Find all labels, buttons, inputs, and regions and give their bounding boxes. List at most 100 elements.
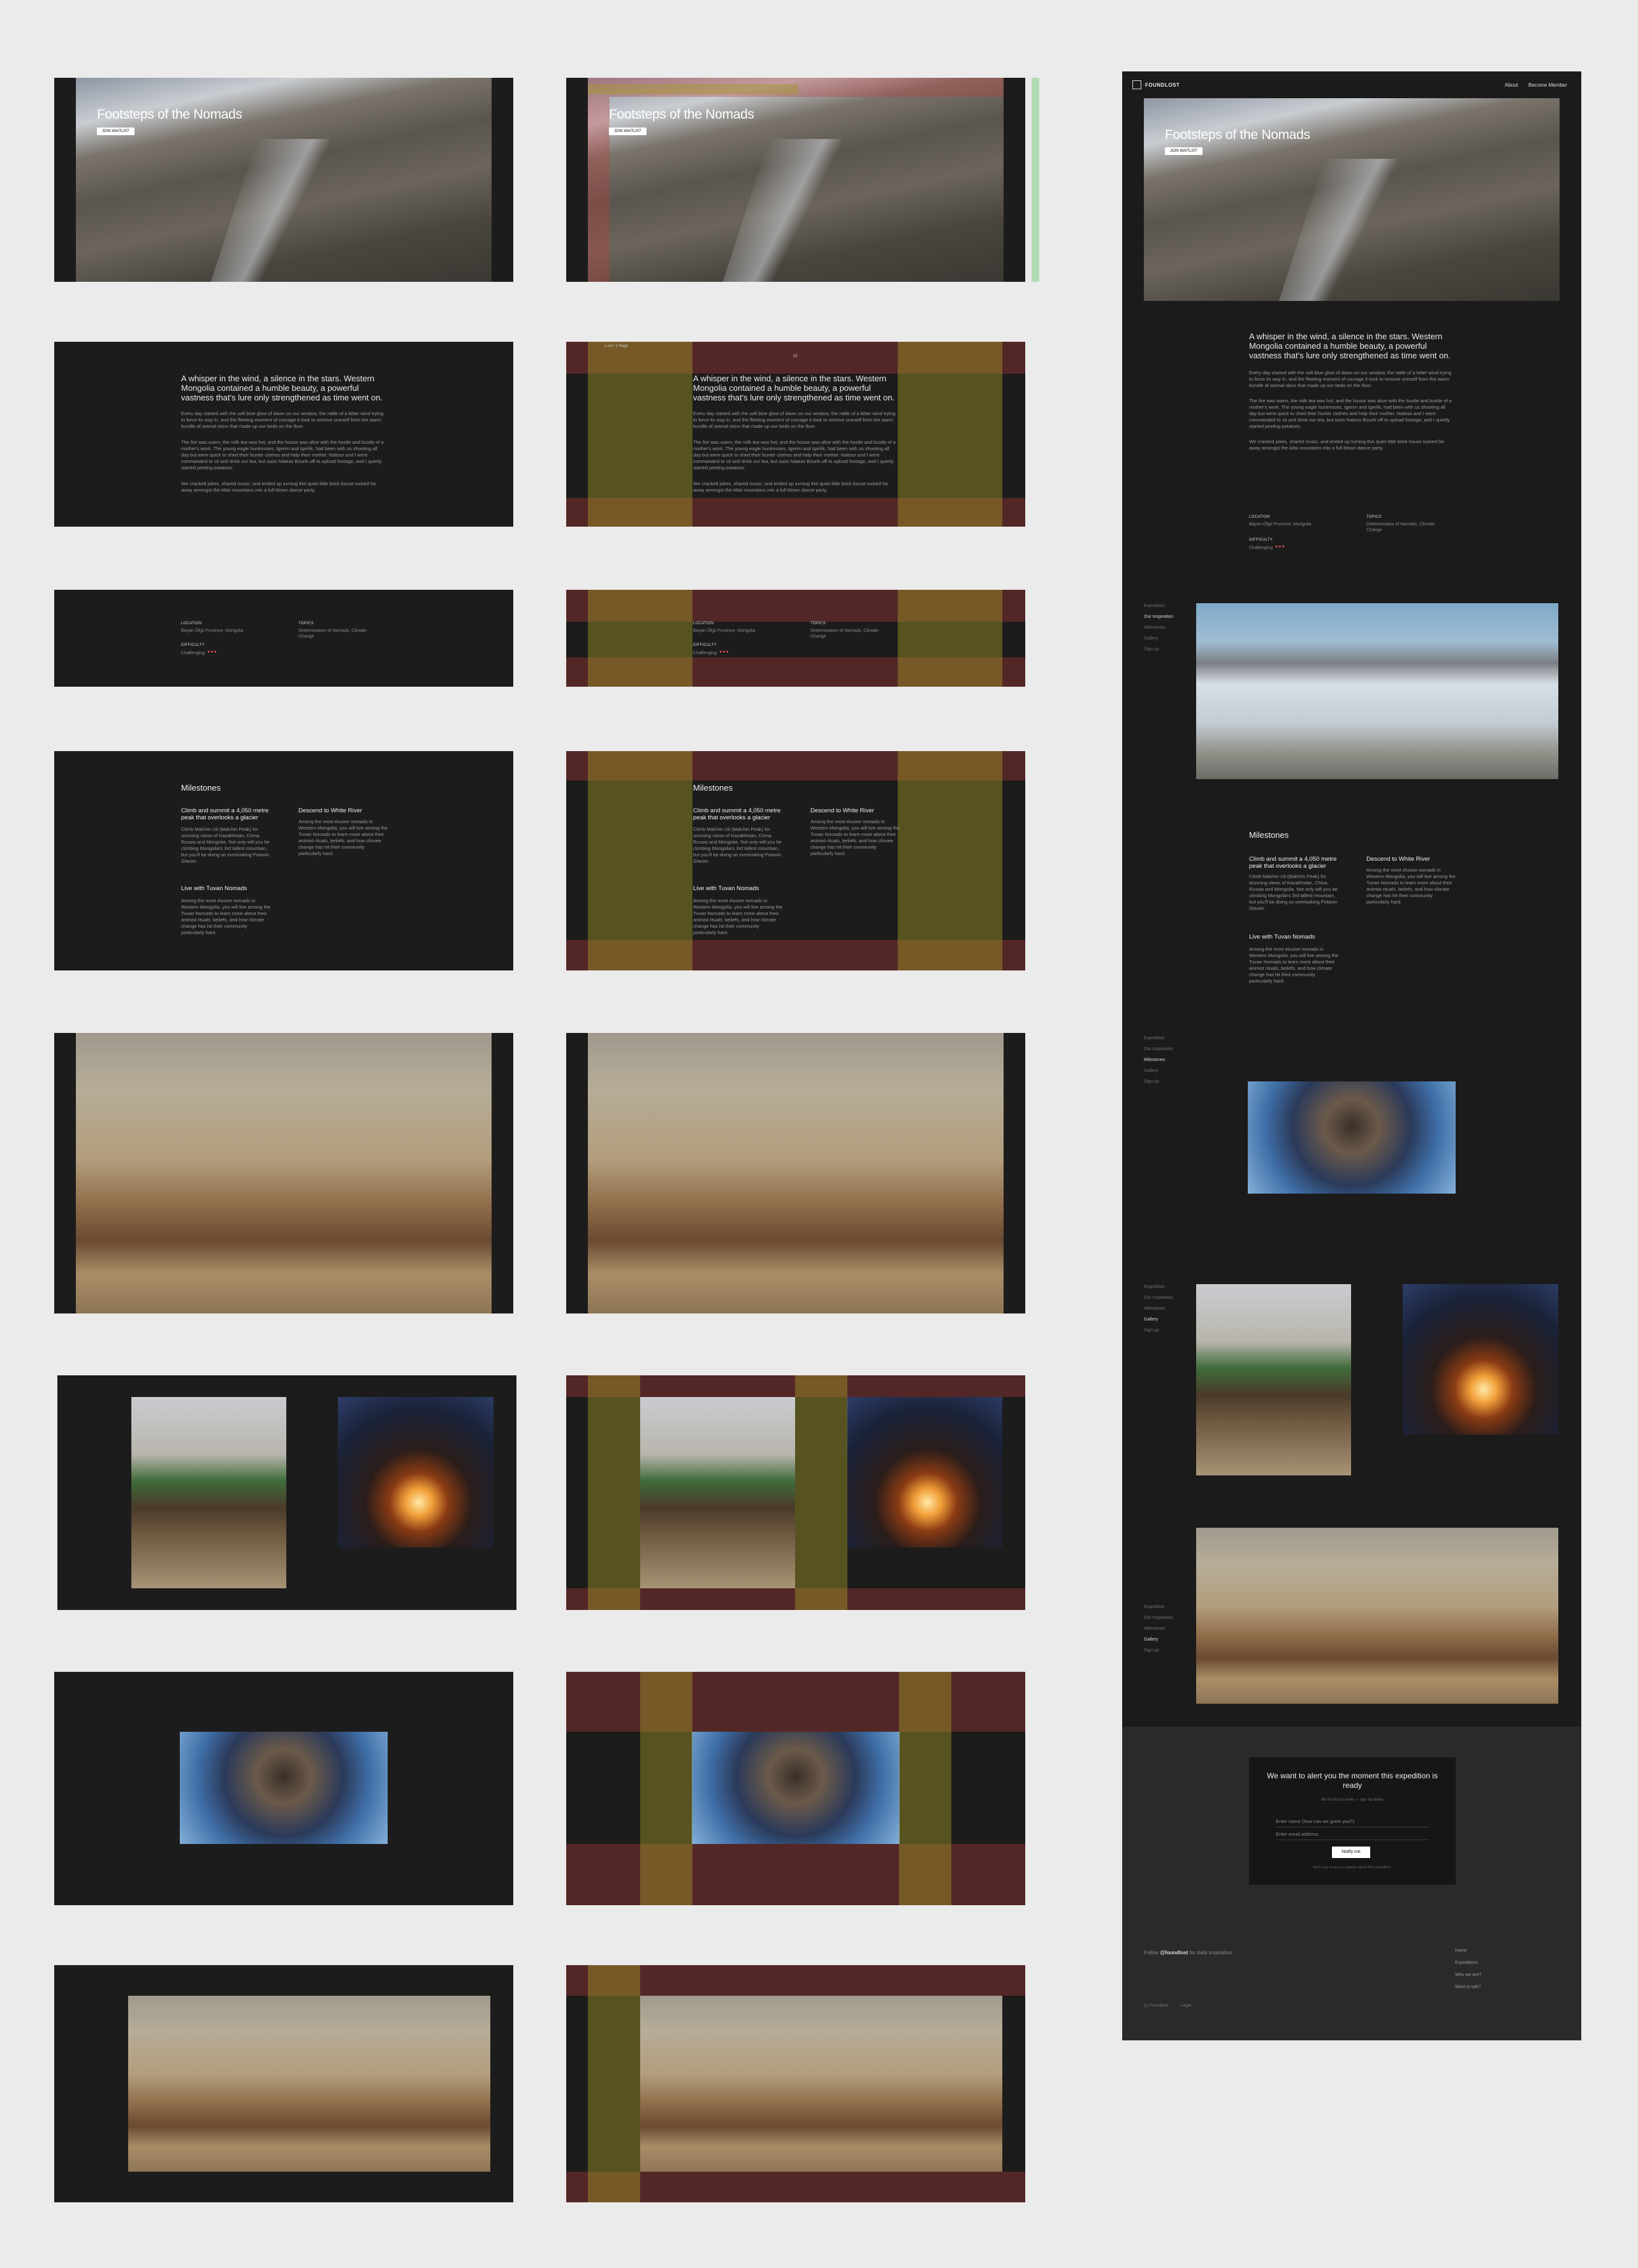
page-portrait-photo bbox=[1248, 1081, 1456, 1194]
milestones-card: Milestones Climb and summit a 4,050 metr… bbox=[54, 751, 513, 970]
side-nav-4-gallery[interactable]: Gallery bbox=[1144, 1634, 1173, 1645]
side-nav-2-signup[interactable]: Sign up bbox=[1144, 1076, 1173, 1087]
side-nav-2-milestones[interactable]: Milestones bbox=[1144, 1055, 1173, 1065]
wide-herd-photo-grid bbox=[640, 1996, 1002, 2172]
page-intro-lead: A whisper in the wind, a silence in the … bbox=[1249, 332, 1451, 360]
grid-col-4 bbox=[950, 342, 1002, 527]
page-location-value: Bayan-Ölgii Province, Mongolia bbox=[1249, 522, 1312, 527]
milestone-2-title: Descend to White River bbox=[298, 807, 362, 814]
side-nav-3-signup[interactable]: Sign up bbox=[1144, 1325, 1173, 1336]
campfire-photo-grid bbox=[847, 1397, 1002, 1547]
page-topics-value: Determination of Nomads, Climate Change bbox=[1366, 522, 1435, 532]
brand-logo-icon[interactable] bbox=[1132, 80, 1141, 89]
join-waitlist-button-grid[interactable]: JOIN WAITLIST bbox=[609, 128, 647, 135]
side-nav-4-expedition[interactable]: Expedition bbox=[1144, 1602, 1173, 1613]
location-label-grid: LOCATION bbox=[693, 622, 714, 626]
side-nav-2-expedition[interactable]: Expedition bbox=[1144, 1033, 1173, 1044]
nav-become-member[interactable]: Become Member bbox=[1528, 82, 1567, 88]
hero-card: Footsteps of the Nomads JOIN WAITLIST bbox=[54, 78, 513, 282]
milestone-1-text-grid: Climb Malchin Uil (Malchin Peak) for stu… bbox=[693, 826, 782, 864]
page-milestone-3-title: Live with Tuvan Nomads bbox=[1249, 933, 1315, 940]
grid-col-wh-1 bbox=[588, 1965, 640, 2202]
page-difficulty-value: Challenging bbox=[1249, 546, 1273, 550]
side-nav-4-milestones[interactable]: Milestones bbox=[1144, 1623, 1173, 1634]
side-nav-2-gallery[interactable]: Gallery bbox=[1144, 1065, 1173, 1076]
email-input[interactable]: Enter email address bbox=[1276, 1831, 1429, 1840]
milestone-3-text: Among the most elusive nomads in Western… bbox=[181, 898, 270, 935]
nav-about[interactable]: About bbox=[1505, 82, 1518, 88]
name-input[interactable]: Enter name (how can we greet you?) bbox=[1276, 1818, 1429, 1827]
intro-p2: The fire was warm, the milk tea was hot,… bbox=[181, 439, 384, 471]
difficulty-dots-grid: ●●● bbox=[719, 650, 729, 654]
milestone-2-text-grid: Among the most elusive nomads in Western… bbox=[810, 819, 900, 856]
side-nav-signup[interactable]: Sign up bbox=[1144, 644, 1173, 655]
grid-col-meta-2 bbox=[898, 590, 1002, 687]
side-nav-3-inspiration[interactable]: Our Inspiration bbox=[1144, 1292, 1173, 1303]
meta-card-grid: LOCATION Bayan-Ölgii Province, Mongolia … bbox=[566, 590, 1025, 687]
portrait-photo bbox=[180, 1732, 388, 1844]
grid-col-meta-1 bbox=[588, 590, 692, 687]
grid-rows-por-1 bbox=[566, 1672, 1025, 1704]
side-nav-milestones[interactable]: Milestones bbox=[1144, 622, 1173, 633]
topics-value-grid: Determination of Nomads, Climate Change bbox=[810, 629, 879, 639]
side-nav-2-inspiration[interactable]: Our Inspiration bbox=[1144, 1044, 1173, 1055]
footer-link-expeditions[interactable]: Expeditions bbox=[1455, 1957, 1481, 1969]
page-hero-title: Footsteps of the Nomads bbox=[1165, 128, 1310, 142]
side-nav-3-gallery[interactable]: Gallery bbox=[1144, 1314, 1173, 1325]
side-nav-expedition[interactable]: Expedition bbox=[1144, 601, 1173, 611]
page-intro-p2: The fire was warm, the milk tea was hot,… bbox=[1249, 398, 1452, 429]
difficulty-value: Challenging bbox=[181, 651, 205, 655]
milestones-card-grid: Milestones Climb and summit a 4,050 metr… bbox=[566, 751, 1025, 970]
milestones-title-grid: Milestones bbox=[693, 783, 733, 793]
page-milestone-2-title: Descend to White River bbox=[1366, 856, 1430, 863]
milestone-3-title: Live with Tuvan Nomads bbox=[181, 885, 247, 892]
difficulty-dots: ●●● bbox=[207, 650, 217, 654]
herd-card bbox=[54, 1033, 513, 1313]
milestones-title: Milestones bbox=[181, 783, 221, 793]
alert-title: We want to alert you the moment this exp… bbox=[1267, 1771, 1438, 1790]
page-rider-photo bbox=[1196, 1284, 1351, 1475]
grid-col-ms-2 bbox=[898, 751, 1002, 970]
intro-card: A whisper in the wind, a silence in the … bbox=[54, 342, 513, 527]
grid-rows-por-4 bbox=[566, 1875, 1025, 1905]
hero-card-grid: Footsteps of the Nomads JOIN WAITLIST bbox=[566, 78, 1025, 282]
footer-link-home[interactable]: Home bbox=[1455, 1945, 1481, 1957]
portrait-card-grid bbox=[566, 1672, 1025, 1905]
grid-col-2 bbox=[640, 342, 692, 527]
page-intro-p1: Every day started with the soft blue glo… bbox=[1249, 370, 1452, 388]
legal-link[interactable]: Legal bbox=[1181, 2003, 1191, 2008]
side-nav-gallery[interactable]: Gallery bbox=[1144, 633, 1173, 644]
grid-gap: 32 bbox=[793, 355, 798, 358]
hero-title: Footsteps of the Nomads bbox=[97, 107, 242, 122]
page-join-waitlist-button[interactable]: JOIN WAITLIST bbox=[1165, 147, 1203, 155]
brand-name[interactable]: FOUNDLOST bbox=[1145, 82, 1180, 88]
side-nav-2: Expedition Our Inspiration Milestones Ga… bbox=[1144, 1033, 1173, 1087]
notify-me-button[interactable]: Notify me bbox=[1332, 1847, 1370, 1858]
side-nav-3-expedition[interactable]: Expedition bbox=[1144, 1282, 1173, 1292]
topics-label-grid: TOPICS bbox=[810, 622, 826, 626]
page-milestone-1-text: Climb Malchin Uil (Malchin Peak) for stu… bbox=[1249, 874, 1338, 911]
page-difficulty-dots: ●●● bbox=[1275, 545, 1285, 549]
side-nav-3-milestones[interactable]: Milestones bbox=[1144, 1303, 1173, 1314]
follow-suffix: for daily inspiration bbox=[1189, 1950, 1232, 1956]
portrait-photo-grid bbox=[692, 1732, 900, 1844]
follow-handle[interactable]: @foundlost bbox=[1160, 1950, 1188, 1956]
grid-rows-por-3 bbox=[566, 1844, 1025, 1875]
intro-p3: We cracked jokes, shared music, and ende… bbox=[181, 481, 376, 493]
milestone-1-title-grid: Climb and summit a 4,050 metre peak that… bbox=[693, 807, 781, 821]
herd-card-grid bbox=[566, 1033, 1025, 1313]
grid-label: 1 col / 1 Page bbox=[604, 344, 628, 348]
grid-col-gal-2 bbox=[795, 1375, 847, 1610]
join-waitlist-button[interactable]: JOIN WAITLIST bbox=[97, 128, 135, 135]
gallery-card-grid bbox=[566, 1375, 1025, 1610]
difficulty-value-grid: Challenging bbox=[693, 651, 717, 655]
side-nav-4-signup[interactable]: Sign up bbox=[1144, 1645, 1173, 1656]
location-value-grid: Bayan-Ölgii Province, Mongolia bbox=[693, 629, 756, 633]
side-nav-4-inspiration[interactable]: Our Inspiration bbox=[1144, 1613, 1173, 1623]
footer-link-talk[interactable]: Want to talk? bbox=[1455, 1981, 1481, 1993]
topics-value: Determination of Nomads, Climate Change bbox=[298, 629, 367, 639]
page-difficulty-label: DIFFICULTY bbox=[1249, 538, 1273, 542]
side-nav-inspiration[interactable]: Our Inspiration bbox=[1144, 611, 1173, 622]
page-location-label: LOCATION bbox=[1249, 515, 1270, 519]
footer-link-who[interactable]: Who we are? bbox=[1455, 1969, 1481, 1981]
